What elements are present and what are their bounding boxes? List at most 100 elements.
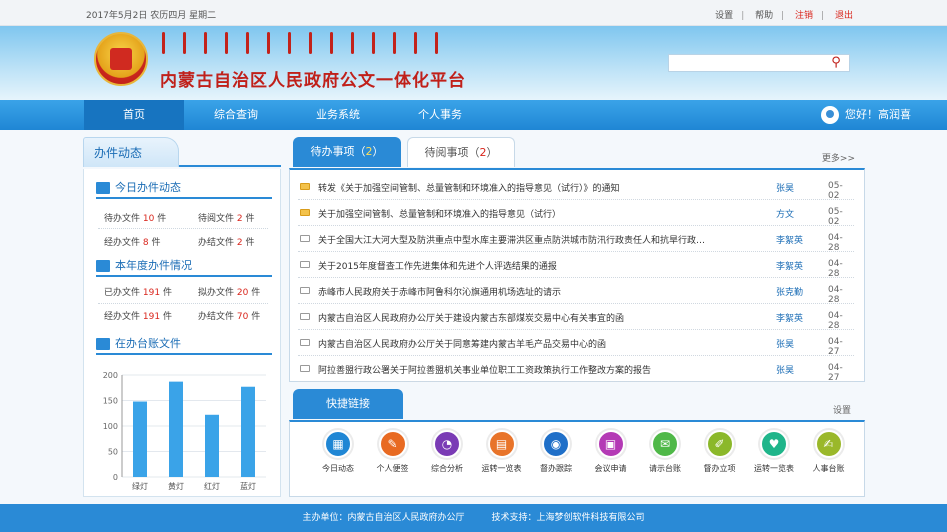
y-tick-label: 200: [103, 371, 118, 380]
quick-link-pencil[interactable]: ✐ 督办立项: [692, 430, 748, 474]
tab-todo[interactable]: 待办事项（2）: [293, 137, 401, 167]
quick-links-panel: 快捷链接 设置 ▦ 今日动态 ✎ 个人便签 ◔ 综合分析 ▤ 运转一览表 ◉ 督办跟踪 ▣ 会议申请 ✉…: [289, 389, 865, 497]
item-user[interactable]: 张昊: [776, 363, 794, 376]
left-panel: 办件动态 今日办件动态 待办文件 10 件 待阅文件 2 件 经办文件 8 件 …: [83, 137, 281, 497]
item-user[interactable]: 李絮英: [776, 311, 803, 324]
item-user[interactable]: 张克勤: [776, 285, 803, 298]
today-title: 今日办件动态: [96, 177, 272, 199]
stat-year-handled[interactable]: 经办文件 191 件: [104, 309, 172, 322]
table-row[interactable]: 关于加强空间管制、总量管制和环境准入的指导意见（试行） 方文 05-02: [298, 200, 854, 227]
settings-link[interactable]: 设置: [715, 11, 733, 21]
item-title[interactable]: 阿拉善盟行政公署关于阿拉善盟机关事业单位职工工资政策执行工作整改方案的报告: [318, 363, 738, 376]
item-title[interactable]: 关于全国大江大河大型及防洪重点中型水库主要滞洪区重点防洪城市防汛行政责任人和抗旱…: [318, 233, 738, 246]
nav-business[interactable]: 业务系统: [288, 100, 388, 130]
left-tab-bar: 办件动态: [83, 137, 281, 167]
quick-link-label: 今日动态: [322, 464, 354, 473]
quick-link-label: 会议申请: [594, 464, 627, 473]
search-input[interactable]: ⚲: [668, 54, 850, 72]
quick-link-label: 运转一览表: [481, 464, 522, 473]
table-row[interactable]: 赤峰市人民政府关于赤峰市阿鲁科尔沁旗通用机场选址的请示 张克勤 04-28: [298, 278, 854, 305]
mail-icon: [300, 313, 310, 320]
item-title[interactable]: 关于2015年度督查工作先进集体和先进个人评选结果的通报: [318, 259, 738, 272]
quick-link-label: 督办跟踪: [540, 464, 572, 473]
quick-link-label: 督办立项: [703, 464, 736, 473]
quick-link-eye[interactable]: ◉ 督办跟踪: [528, 430, 584, 474]
item-title[interactable]: 赤峰市人民政府关于赤峰市阿鲁科尔沁旗通用机场选址的请示: [318, 285, 738, 298]
quick-link-label: 请示台账: [649, 464, 681, 473]
stat-year-done[interactable]: 办结文件 70 件: [198, 309, 260, 322]
ledger-bar-chart: 200 150 100 50 0 绿灯 黄灯 红灯 蓝灯: [103, 371, 266, 491]
nav-home[interactable]: 首页: [84, 100, 184, 130]
table-row[interactable]: 内蒙古自治区人民政府办公厅关于建设内蒙古东部煤炭交易中心有关事宜的函 李絮英 04-…: [298, 304, 854, 331]
item-user[interactable]: 张昊: [776, 337, 794, 350]
document-icon: [96, 260, 110, 272]
bar-1: [169, 381, 183, 477]
list-icon: [96, 182, 110, 194]
heart-icon: ♥: [760, 430, 788, 458]
more-link[interactable]: 更多>>: [822, 151, 855, 164]
quick-link-meeting[interactable]: ▣ 会议申请: [583, 430, 639, 474]
nav-personal[interactable]: 个人事务: [390, 100, 490, 130]
x-tick-label: 红灯: [204, 481, 220, 491]
quick-link-heart[interactable]: ♥ 运转一览表: [746, 430, 802, 474]
stat-today-done[interactable]: 办结文件 2 件: [198, 235, 255, 248]
chart-bars: [133, 381, 255, 477]
date-text: 2017年5月2日 农历四月 星期二: [86, 11, 217, 21]
bar-3: [241, 386, 255, 477]
user-greeting[interactable]: 您好！高润喜: [821, 106, 911, 124]
ledger-title: 在办台账文件: [96, 333, 272, 355]
table-row[interactable]: 阿拉善盟行政公署关于阿拉善盟机关事业单位职工工资政策执行工作整改方案的报告 张昊 0…: [298, 356, 854, 383]
quick-link-label: 运转一览表: [754, 464, 794, 473]
stat-year-sent[interactable]: 已办文件 191 件: [104, 285, 172, 298]
bar-2: [205, 414, 219, 477]
item-user[interactable]: 李絮英: [776, 233, 803, 246]
mail-icon: [300, 261, 310, 268]
quick-link-note[interactable]: ✎ 个人便签: [365, 430, 421, 474]
edit-icon: ✍: [814, 430, 843, 458]
site-title: 内蒙古自治区人民政府公文一体化平台: [160, 71, 466, 91]
quick-link-pie[interactable]: ◔ 综合分析: [419, 430, 475, 474]
year-title: 本年度办件情况: [96, 255, 272, 277]
stat-today-todo[interactable]: 待办文件 10 件: [104, 211, 166, 224]
item-title[interactable]: 内蒙古自治区人民政府办公厅关于建设内蒙古东部煤炭交易中心有关事宜的函: [318, 311, 738, 324]
table-row[interactable]: 内蒙古自治区人民政府办公厅关于同意筹建内蒙古羊毛产品交易中心的函 张昊 04-27: [298, 330, 854, 357]
quick-link-calendar[interactable]: ▦ 今日动态: [310, 430, 366, 474]
logout-link[interactable]: 注销: [795, 11, 813, 21]
search-icon[interactable]: ⚲: [825, 55, 847, 71]
x-tick-label: 蓝灯: [240, 481, 256, 491]
exit-link[interactable]: 退出: [835, 11, 853, 21]
item-date: 04-28: [828, 311, 843, 331]
tab-quick-links[interactable]: 快捷链接: [293, 389, 403, 419]
footer-host: 主办单位：内蒙古自治区人民政府办公厅: [302, 513, 465, 523]
item-user[interactable]: 张昊: [776, 181, 794, 194]
todo-list: 转发《关于加强空间管制、总量管制和环境准入的指导意见（试行）》的通知 张昊 05-0…: [289, 168, 865, 383]
chat-icon: ✉: [651, 430, 679, 458]
table-row[interactable]: 关于全国大江大河大型及防洪重点中型水库主要滞洪区重点防洪城市防汛行政责任人和抗旱…: [298, 226, 854, 253]
mongolian-script-logo: [162, 32, 462, 60]
quick-settings-link[interactable]: 设置: [833, 403, 851, 416]
y-tick-label: 100: [103, 422, 118, 431]
item-user[interactable]: 李絮英: [776, 259, 803, 272]
help-link[interactable]: 帮助: [755, 11, 773, 21]
item-title[interactable]: 内蒙古自治区人民政府办公厅关于同意筹建内蒙古羊毛产品交易中心的函: [318, 337, 738, 350]
tab-toread[interactable]: 待阅事项（2）: [407, 137, 515, 167]
stat-year-draft[interactable]: 拟办文件 20 件: [198, 285, 260, 298]
item-title[interactable]: 转发《关于加强空间管制、总量管制和环境准入的指导意见（试行）》的通知: [318, 181, 738, 194]
bar-chart-icon: [96, 338, 110, 350]
table-row[interactable]: 关于2015年度督查工作先进集体和先进个人评选结果的通报 李絮英 04-28: [298, 252, 854, 279]
pencil-icon: ✐: [705, 430, 734, 458]
table-row[interactable]: 转发《关于加强空间管制、总量管制和环境准入的指导意见（试行）》的通知 张昊 05-0…: [298, 174, 854, 201]
quick-link-table[interactable]: ▤ 运转一览表: [474, 430, 530, 474]
quick-link-chat[interactable]: ✉ 请示台账: [637, 430, 693, 474]
item-user[interactable]: 方文: [776, 207, 794, 220]
stat-today-toread[interactable]: 待阅文件 2 件: [198, 211, 255, 224]
nav-query[interactable]: 综合查询: [186, 100, 286, 130]
tab-work-status[interactable]: 办件动态: [83, 137, 179, 167]
top-links: 设置 | 帮助 | 注销 | 退出: [715, 11, 853, 21]
item-title[interactable]: 关于加强空间管制、总量管制和环境准入的指导意见（试行）: [318, 207, 738, 220]
quick-link-edit[interactable]: ✍ 人事台账: [801, 430, 857, 474]
user-avatar-icon: [821, 106, 839, 124]
stat-today-handled[interactable]: 经办文件 8 件: [104, 235, 161, 248]
left-box: 今日办件动态 待办文件 10 件 待阅文件 2 件 经办文件 8 件 办结文件 …: [83, 169, 281, 497]
item-date: 04-28: [828, 259, 843, 279]
